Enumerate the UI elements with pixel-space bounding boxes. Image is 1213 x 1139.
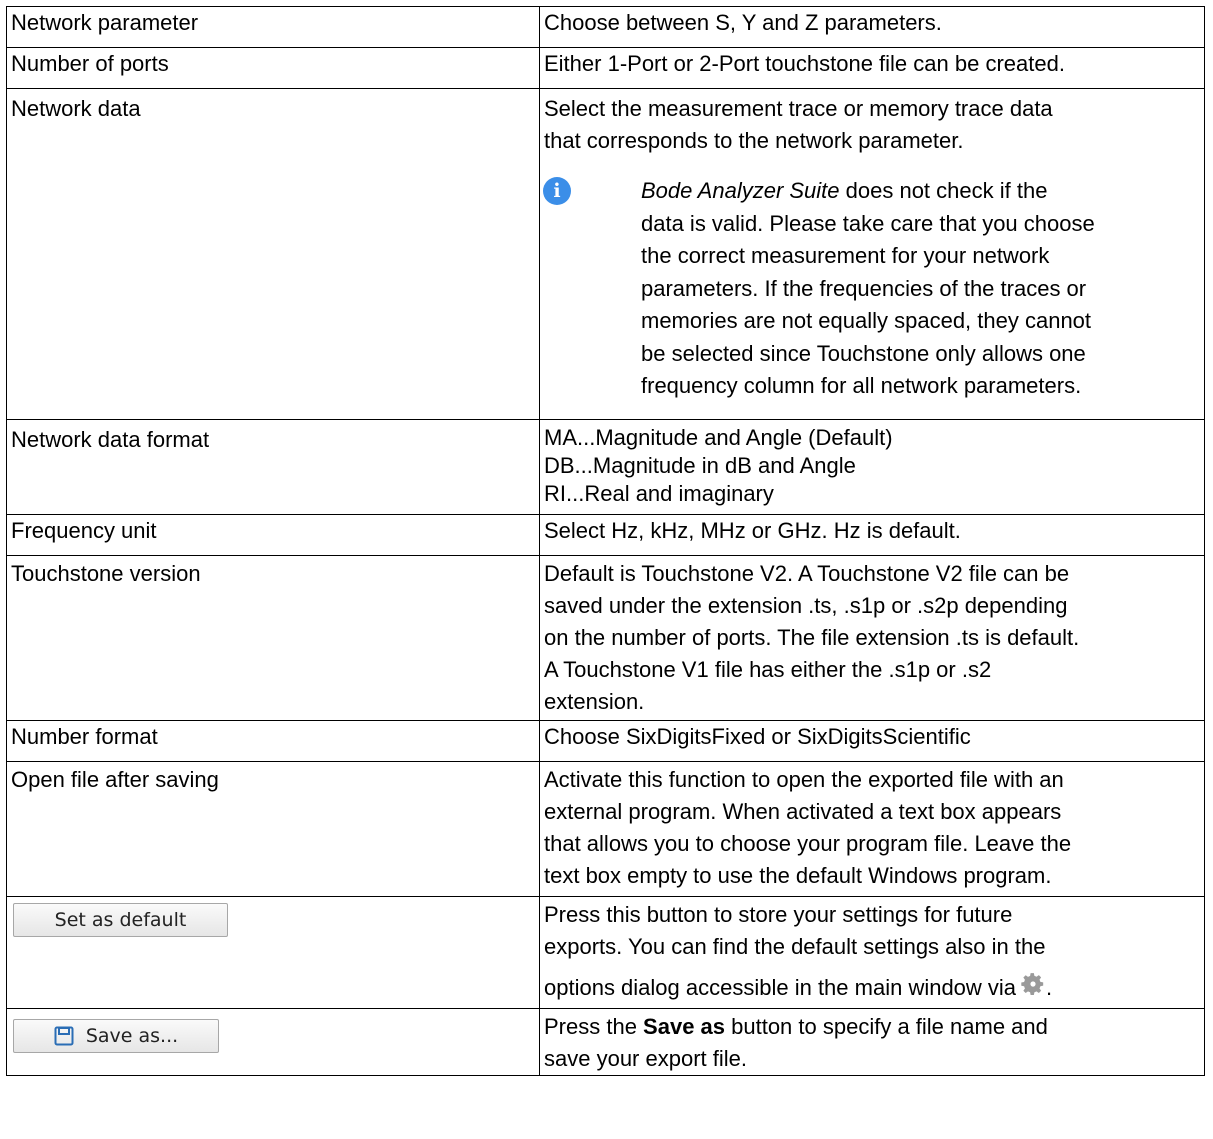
save-icon xyxy=(54,1026,74,1045)
param-cell: Number format xyxy=(6,719,540,762)
note-line: data is valid. Please take care that you… xyxy=(641,210,1095,236)
param-cell: Open file after saving xyxy=(6,760,540,897)
param-cell: Number of ports xyxy=(6,47,540,89)
desc-cell: Press the Save as button to specify a fi… xyxy=(539,1007,1205,1076)
export-settings-table: Network parameter Choose between S, Y an… xyxy=(6,6,1205,1076)
desc-cell: Choose SixDigitsFixed or SixDigitsScient… xyxy=(539,719,1205,762)
note-line: frequency column for all network paramet… xyxy=(641,373,1082,398)
param-cell: Set as default xyxy=(6,895,540,1009)
info-icon: i xyxy=(543,177,571,205)
note-line: be selected since Touchstone only allows… xyxy=(641,340,1086,366)
note-line: the correct measurement for your network xyxy=(641,243,1050,268)
table-row: Number format Choose SixDigitsFixed or S… xyxy=(6,719,1205,762)
param-cell: Network data xyxy=(6,88,540,420)
table-row: Frequency unit Select Hz, kHz, MHz or GH… xyxy=(6,513,1205,556)
desc-line: Select the measurement trace or memory t… xyxy=(544,96,1053,121)
param-cell: Touchstone version xyxy=(6,554,540,721)
table-row: Network data format MA...Magnitude and A… xyxy=(6,418,1205,515)
param-cell: Save as... xyxy=(6,1007,540,1076)
note-line: memories are not equally spaced, they ca… xyxy=(641,308,1092,333)
table-row: Open file after saving Activate this fun… xyxy=(6,760,1205,897)
table-row: Touchstone version Default is Touchstone… xyxy=(6,554,1205,721)
desc-cell: Press this button to store your settings… xyxy=(539,895,1205,1009)
param-cell: Network data format xyxy=(6,418,540,515)
desc-cell: Choose between S, Y and Z parameters. xyxy=(539,6,1205,48)
desc-cell: MA...Magnitude and Angle (Default) DB...… xyxy=(539,418,1205,515)
param-cell: Network parameter xyxy=(6,6,540,48)
app-name: Bode Analyzer Suite xyxy=(641,178,840,203)
table-row: Set as default Press this button to stor… xyxy=(6,895,1205,1009)
gear-icon xyxy=(1021,972,1044,995)
note-line: parameters. If the frequencies of the tr… xyxy=(641,275,1087,301)
table-row: Network parameter Choose between S, Y an… xyxy=(6,6,1205,48)
table-row: Save as... Press the Save as button to s… xyxy=(6,1007,1205,1076)
set-as-default-button[interactable]: Set as default xyxy=(13,902,228,937)
table-row: Number of ports Either 1-Port or 2-Port … xyxy=(6,47,1205,89)
desc-cell: Activate this function to open the expor… xyxy=(539,760,1205,897)
save-as-button[interactable]: Save as... xyxy=(13,1018,219,1053)
desc-cell: Default is Touchstone V2. A Touchstone V… xyxy=(539,554,1205,721)
param-cell: Frequency unit xyxy=(6,513,540,556)
table-row: Network data Select the measurement trac… xyxy=(6,88,1205,420)
info-note: i Bode Analyzer Suite does not check if … xyxy=(543,175,1198,403)
desc-cell: Select Hz, kHz, MHz or GHz. Hz is defaul… xyxy=(539,513,1205,556)
desc-line: that corresponds to the network paramete… xyxy=(544,128,964,153)
desc-cell: Either 1-Port or 2-Port touchstone file … xyxy=(539,47,1205,89)
desc-cell: Select the measurement trace or memory t… xyxy=(539,88,1205,420)
